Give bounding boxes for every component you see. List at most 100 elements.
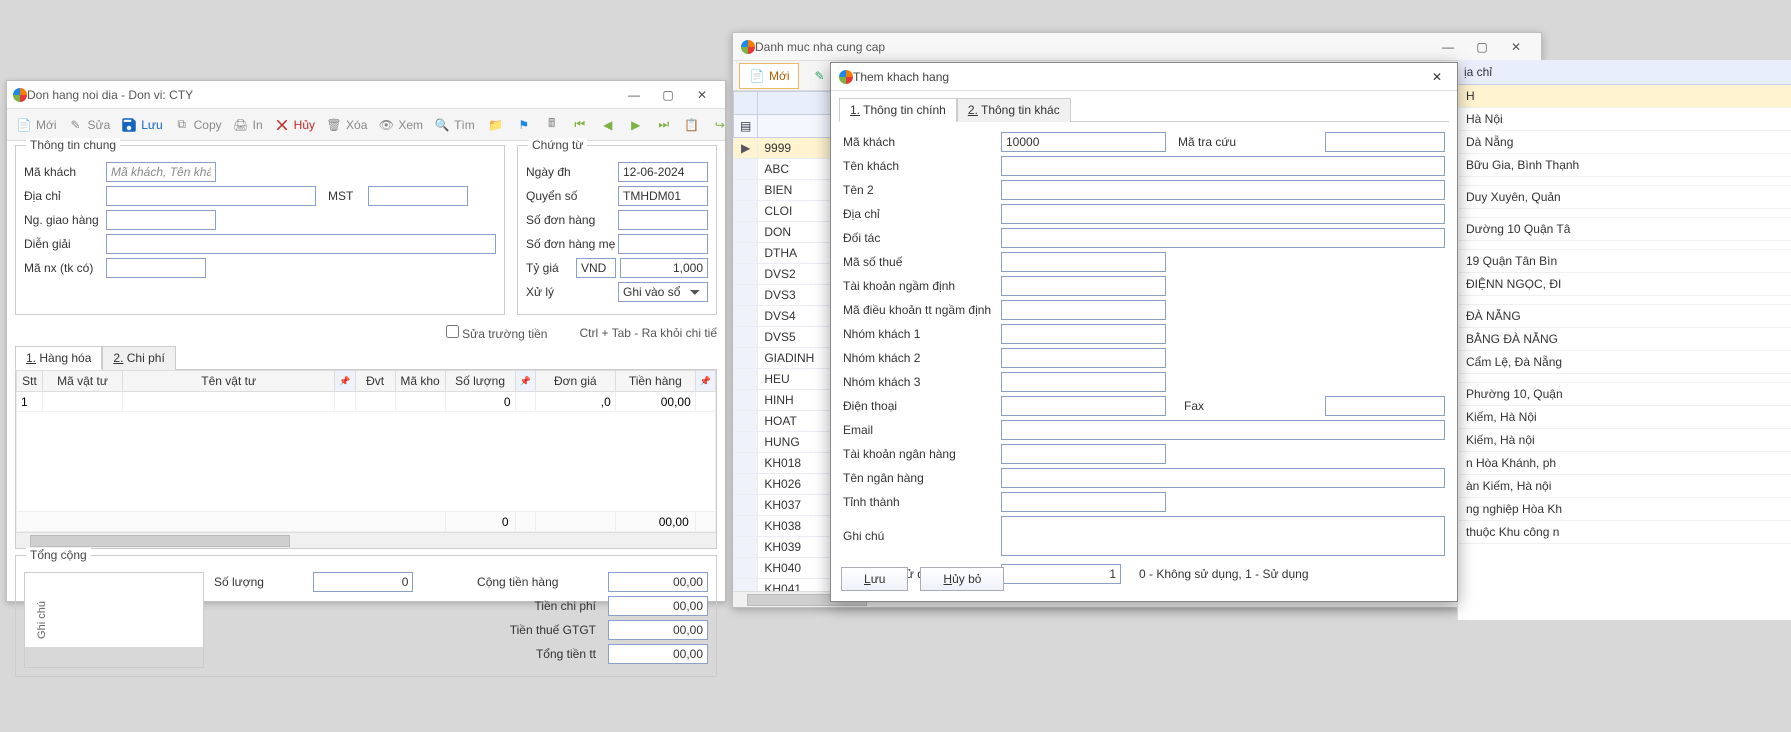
col-don-gia[interactable]: Đơn giá — [535, 371, 615, 392]
sua-truong-tien-checkbox[interactable] — [446, 325, 459, 338]
address-cell[interactable]: ĐÀ NẴNG — [1458, 305, 1791, 328]
minimize-button[interactable]: — — [617, 84, 651, 106]
address-cell[interactable]: Kiếm, Hà nội — [1458, 429, 1791, 452]
maximize-button[interactable]: ▢ — [1465, 35, 1499, 59]
items-grid[interactable]: Stt Mã vật tư Tên vật tư 📌 Đvt Mã kho Số… — [15, 369, 717, 549]
dia-chi-input[interactable] — [106, 186, 316, 206]
tab-thong-tin-chinh[interactable]: 1. Thông tin chính — [839, 98, 957, 122]
mst-input[interactable] — [368, 186, 468, 206]
col-ma-vat-tu[interactable]: Mã vật tư — [43, 371, 123, 392]
address-cell[interactable]: 19 Quận Tân Bìn — [1458, 250, 1791, 273]
cancel-button[interactable]: Hủy — [269, 112, 319, 138]
ma-nx-input[interactable] — [106, 258, 206, 278]
search-button[interactable]: 🔍Tìm — [429, 112, 479, 138]
cancel-button[interactable]: Hủy bỏ — [920, 567, 1004, 591]
close-button[interactable]: ✕ — [685, 84, 719, 106]
address-cell[interactable]: Hà Nội — [1458, 108, 1791, 131]
toolbar-extra-1[interactable]: 📁 — [483, 112, 509, 138]
save-button[interactable]: Lưu — [116, 112, 166, 138]
address-cell[interactable]: BẰNG ĐÀ NẴNG — [1458, 328, 1791, 351]
address-cell[interactable]: n Hòa Khánh, ph — [1458, 452, 1791, 475]
xu-ly-select[interactable]: Ghi vào sổ — [618, 282, 708, 302]
filter-icon[interactable]: ▤ — [734, 115, 758, 138]
address-cell[interactable]: Cẩm Lệ, Đà Nẵng — [1458, 351, 1791, 374]
address-cell[interactable]: Bữu Gia, Bình Thạnh — [1458, 154, 1791, 177]
col-ten-vat-tu[interactable]: Tên vật tư — [123, 371, 335, 392]
tk-ngan-hang-input[interactable] — [1001, 444, 1166, 464]
address-cell[interactable] — [1458, 374, 1791, 383]
address-cell[interactable] — [1458, 209, 1791, 218]
address-cell[interactable]: Kiếm, Hà Nội — [1458, 406, 1791, 429]
tk-ngam-dinh-input[interactable] — [1001, 276, 1166, 296]
ty-gia-currency-input[interactable] — [576, 258, 616, 278]
address-cell[interactable]: ng nghiệp Hòa Kh — [1458, 498, 1791, 521]
grid-row[interactable]: 1 0 ,0 00,00 — [17, 392, 716, 412]
save-button[interactable]: Lưu — [841, 567, 908, 591]
address-cell[interactable]: ĐIỆNN NGỌC, ĐI — [1458, 273, 1791, 296]
email-input[interactable] — [1001, 420, 1445, 440]
dia-chi-input[interactable] — [1001, 204, 1445, 224]
address-cell[interactable]: Dường 10 Quận Tâ — [1458, 218, 1791, 241]
fax-input[interactable] — [1325, 396, 1445, 416]
col-tien-hang[interactable]: Tiền hàng — [615, 371, 695, 392]
ma-khach-input[interactable] — [1001, 132, 1166, 152]
ma-tra-cuu-input[interactable] — [1325, 132, 1445, 152]
col-pin[interactable]: 📌 — [335, 371, 355, 392]
nav-first[interactable]: ⏮ — [567, 112, 593, 138]
view-button[interactable]: 👁Xem — [373, 112, 427, 138]
address-cell[interactable]: Duy Xuyên, Quản — [1458, 186, 1791, 209]
nav-next[interactable]: ▶ — [623, 112, 649, 138]
ty-gia-value-input[interactable] — [620, 258, 708, 278]
minimize-button[interactable]: — — [1431, 35, 1465, 59]
address-cell[interactable] — [1458, 241, 1791, 250]
quyen-so-input[interactable] — [618, 186, 708, 206]
doi-tac-input[interactable] — [1001, 228, 1445, 248]
grid-hscroll[interactable] — [16, 532, 716, 548]
ghi-chu-textarea[interactable] — [1001, 516, 1445, 556]
col-pin2[interactable]: 📌 — [515, 371, 535, 392]
tab-hang-hoa[interactable]: 1. Hàng hóa — [15, 346, 102, 370]
cong-tien-hang-total[interactable] — [608, 572, 708, 592]
nhom-khach-3-input[interactable] — [1001, 372, 1166, 392]
col-ma-kho[interactable]: Mã kho — [395, 371, 445, 392]
col-pin3[interactable]: 📌 — [695, 371, 715, 392]
print-button[interactable]: 🖨In — [228, 112, 267, 138]
so-luong-total[interactable] — [313, 572, 413, 592]
so-don-hang-input[interactable] — [618, 210, 708, 230]
ten-khach-input[interactable] — [1001, 156, 1445, 176]
ten-2-input[interactable] — [1001, 180, 1445, 200]
trang-thai-input[interactable] — [1001, 564, 1121, 584]
dien-thoai-input[interactable] — [1001, 396, 1166, 416]
ng-giao-hang-input[interactable] — [106, 210, 216, 230]
nav-prev[interactable]: ◀ — [595, 112, 621, 138]
col-stt[interactable]: Stt — [17, 371, 43, 392]
address-cell[interactable] — [1458, 177, 1791, 186]
nhom-khach-1-input[interactable] — [1001, 324, 1166, 344]
close-button[interactable]: ✕ — [1425, 67, 1449, 87]
toolbar-extra-2[interactable]: ⚑ — [511, 112, 537, 138]
so-don-hang-me-input[interactable] — [618, 234, 708, 254]
address-cell[interactable]: Dà Nẵng — [1458, 131, 1791, 154]
address-cell[interactable]: Phường 10, Quận — [1458, 383, 1791, 406]
ten-ngan-hang-input[interactable] — [1001, 468, 1445, 488]
toolbar-doc[interactable]: 📋 — [679, 112, 705, 138]
col-address[interactable]: ịa chỉ — [1458, 60, 1791, 85]
nhom-khach-2-input[interactable] — [1001, 348, 1166, 368]
close-button[interactable]: ✕ — [1499, 35, 1533, 59]
delete-button[interactable]: 🗑Xóa — [321, 112, 371, 138]
edit-button[interactable]: ✎Sửa — [63, 112, 115, 138]
col-so-luong[interactable]: Số lượng — [445, 371, 515, 392]
col-dvt[interactable]: Đvt — [355, 371, 395, 392]
nav-last[interactable]: ⏭ — [651, 112, 677, 138]
copy-button[interactable]: ⧉Copy — [169, 112, 226, 138]
tien-thue-total[interactable] — [608, 620, 708, 640]
tab-thong-tin-khac[interactable]: 2. Thông tin khác — [957, 98, 1071, 122]
address-cell[interactable]: H — [1458, 85, 1791, 108]
toolbar-calc[interactable]: 🖩 — [539, 112, 565, 138]
ma-khach-input[interactable] — [106, 162, 216, 182]
address-cell[interactable]: thuộc Khu công n — [1458, 521, 1791, 544]
ghi-chu-textarea[interactable] — [25, 573, 203, 647]
tien-chi-phi-total[interactable] — [608, 596, 708, 616]
toolbar-exit[interactable]: ↪ — [707, 112, 733, 138]
maximize-button[interactable]: ▢ — [651, 84, 685, 106]
